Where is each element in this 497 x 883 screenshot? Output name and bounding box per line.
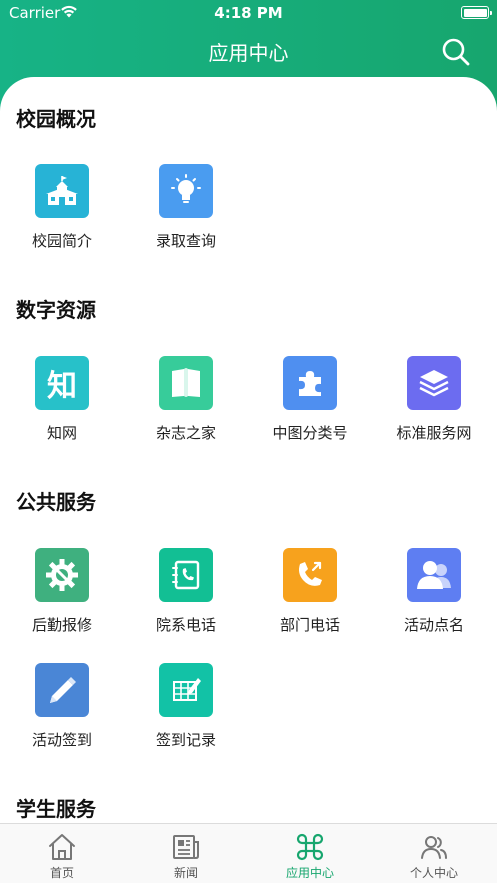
command-icon [296, 833, 324, 861]
app-label: 后勤报修 [31, 616, 92, 634]
tab-profile[interactable]: 个人中心 [372, 824, 496, 883]
school-icon [35, 164, 89, 218]
users-icon [407, 548, 461, 602]
app-label: 活动点名 [403, 616, 464, 634]
section-title-public-services: 公共服务 [16, 490, 96, 514]
app-magazine-home[interactable]: 杂志之家 [124, 356, 248, 456]
app-standard-service[interactable]: 标准服务网 [372, 356, 496, 456]
status-bar: Carrier 4:18 PM [0, 0, 497, 26]
app-clc-number[interactable]: 中图分类号 [248, 356, 372, 456]
section-title-student-services: 学生服务 [16, 797, 96, 821]
app-label: 中图分类号 [272, 424, 348, 442]
zhi-glyph-icon: 知 [35, 356, 89, 410]
app-cnki[interactable]: 知 知网 [0, 356, 124, 456]
app-label: 校园简介 [31, 232, 92, 250]
app-label: 活动签到 [31, 731, 92, 749]
app-department-phones[interactable]: 院系电话 [124, 548, 248, 648]
home-icon [49, 834, 75, 860]
app-label: 录取查询 [155, 232, 216, 250]
app-admission-query[interactable]: 录取查询 [124, 164, 248, 264]
phone-icon [283, 548, 337, 602]
tab-news[interactable]: 新闻 [124, 824, 248, 883]
app-label: 标准服务网 [396, 424, 472, 442]
gear-wrench-icon [35, 548, 89, 602]
section-title-campus: 校园概况 [16, 107, 96, 131]
puzzle-icon [283, 356, 337, 410]
book-icon [159, 356, 213, 410]
status-time: 4:18 PM [214, 4, 283, 22]
page-title: 应用中心 [208, 41, 289, 65]
tab-label: 新闻 [173, 866, 198, 880]
tab-label: 个人中心 [409, 866, 458, 880]
app-label: 部门电话 [279, 616, 340, 634]
app-label: 知网 [46, 424, 77, 442]
app-grid-content[interactable]: 校园概况 校园简介 录取查询 数字资源 知 知网 杂志之家 中图分类号 标准服务… [0, 77, 497, 823]
pencil-icon [35, 663, 89, 717]
tab-label: 应用中心 [285, 866, 334, 880]
lightbulb-icon [159, 164, 213, 218]
newspaper-icon [173, 835, 199, 859]
user-group-icon [421, 836, 447, 859]
app-label: 院系电话 [155, 616, 216, 634]
search-icon[interactable] [441, 37, 471, 67]
zhi-glyph: 知 [47, 369, 77, 404]
layers-icon [407, 356, 461, 410]
app-logistics-repair[interactable]: 后勤报修 [0, 548, 124, 648]
tab-app-center[interactable]: 应用中心 [248, 824, 372, 883]
app-label: 杂志之家 [155, 424, 216, 442]
tab-home[interactable]: 首页 [0, 824, 124, 883]
app-label: 签到记录 [155, 731, 216, 749]
app-activity-checkin[interactable]: 活动签到 [0, 663, 124, 763]
phonebook-icon [159, 548, 213, 602]
app-roll-call[interactable]: 活动点名 [372, 548, 496, 648]
section-title-digital-resources: 数字资源 [16, 298, 96, 322]
app-campus-intro[interactable]: 校园简介 [0, 164, 124, 264]
tab-label: 首页 [49, 866, 74, 880]
app-division-phones[interactable]: 部门电话 [248, 548, 372, 648]
spreadsheet-edit-icon [159, 663, 213, 717]
battery-icon [461, 6, 492, 19]
tab-bar: 首页 新闻 应用中心 个人中心 [0, 823, 497, 883]
app-checkin-records[interactable]: 签到记录 [124, 663, 248, 763]
